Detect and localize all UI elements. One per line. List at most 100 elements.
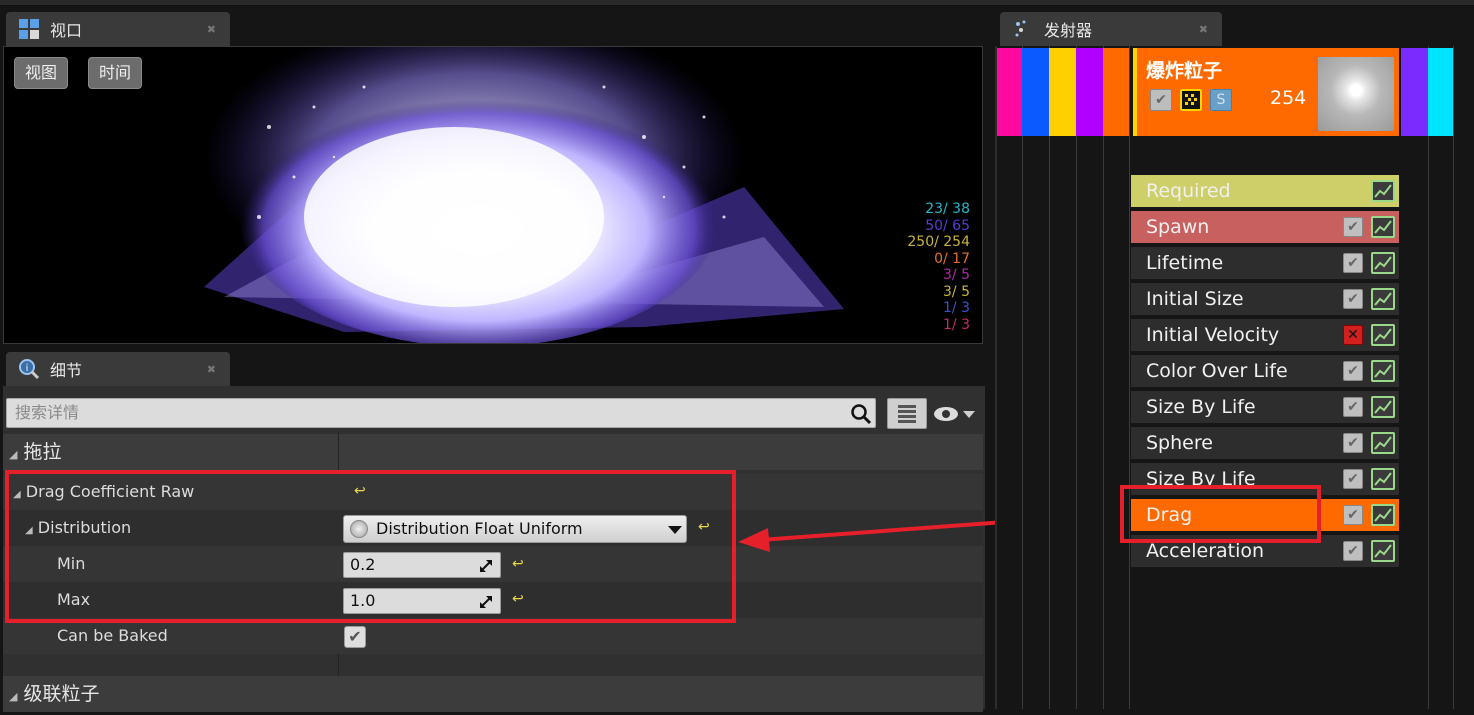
eye-icon [934,407,975,421]
category-drag-label: 拖拉 [23,441,62,463]
module-enable-checkbox[interactable]: ✔ [1343,469,1363,489]
color-swatch [1049,48,1076,136]
module-enable-checkbox[interactable]: ✔ [1343,289,1363,309]
column-line [1453,46,1454,709]
curve-editor-icon[interactable] [1371,396,1395,418]
time-button[interactable]: 时间 [88,57,143,89]
module-enable-checkbox[interactable]: ✔ [1343,433,1363,453]
category-cascade-label: 级联粒子 [23,683,100,705]
column-line [1076,46,1077,709]
module-label: Lifetime [1146,252,1224,274]
view-button[interactable]: 视图 [14,57,69,89]
module-disabled-icon[interactable]: ✕ [1343,325,1363,345]
column-line [1129,46,1130,709]
curve-editor-icon[interactable] [1371,324,1395,346]
module-enable-checkbox[interactable]: ✔ [1343,397,1363,417]
tab-details[interactable]: i 细节 ✖ [6,352,230,386]
annotation-highlight-drag [1120,485,1321,543]
module-row[interactable]: Spawn ✔ [1131,211,1399,245]
module-label: Color Over Life [1146,360,1288,382]
emitter-enable-checkbox[interactable]: ✔ [1150,89,1172,111]
stat-line: 250/ 254 [907,234,970,250]
tab-emitters[interactable]: 发射器 ✖ [1000,12,1222,46]
curve-editor-icon[interactable] [1371,180,1395,202]
stat-line: 1/ 3 [943,300,970,316]
color-swatch [1103,48,1129,136]
curve-editor-icon[interactable] [1371,468,1395,490]
module-row[interactable]: Sphere ✔ [1131,427,1399,461]
module-label: Acceleration [1146,540,1265,562]
stat-line: 1/ 3 [943,316,970,333]
view-options-button[interactable] [933,402,979,426]
curve-editor-icon[interactable] [1371,432,1395,454]
annotation-highlight-box [5,470,736,623]
tab-viewport-label: 视口 [50,21,83,40]
category-cascade[interactable]: ◢ 级联粒子 [3,676,983,712]
tab-viewport[interactable]: 视口 ✖ [6,12,230,46]
emitter-icon [1012,18,1034,40]
module-row[interactable]: Initial Velocity ✕ [1131,319,1399,353]
emitter-name: 爆炸粒子 [1146,60,1223,82]
render-mode-icon[interactable] [1180,89,1202,111]
category-drag[interactable]: ◢ 拖拉 [3,434,983,470]
viewport-icon [18,18,40,40]
color-swatch [1022,48,1049,136]
stat-line: 23/ 38 [925,201,970,217]
particle-stats: 23/ 38 50/ 65 250/ 254 0/ 17 3/ 5 3/ 5 1/ 3 1/ … [907,201,970,333]
can-be-baked-checkbox[interactable]: ✔ [344,626,366,648]
particle-count: 254 [1270,87,1307,109]
module-label: Initial Size [1146,288,1244,310]
tab-details-label: 细节 [50,361,83,380]
close-icon[interactable]: ✖ [207,363,216,376]
curve-editor-icon[interactable] [1371,360,1395,382]
close-icon[interactable]: ✖ [207,23,216,36]
stat-line: 50/ 65 [925,217,970,234]
module-label: Sphere [1146,432,1213,454]
viewport-canvas[interactable]: 视图 时间 23/ 38 50/ 65 250/ 254 0/ 17 3/ 5 3/ 51… [3,46,983,344]
emitter-thumbnail[interactable] [1318,57,1394,131]
curve-editor-icon[interactable] [1371,288,1395,310]
module-label: Size By Life [1146,396,1256,418]
curve-editor-icon[interactable] [1371,540,1395,562]
can-be-baked-row: Can be Baked [3,618,983,654]
module-enable-checkbox[interactable]: ✔ [1343,217,1363,237]
color-swatch [997,48,1022,136]
module-label: Required [1146,180,1231,202]
search-icon[interactable] [850,403,872,425]
can-be-baked-label: Can be Baked [57,626,168,645]
curve-editor-icon[interactable] [1371,504,1395,526]
module-row[interactable]: Initial Size ✔ [1131,283,1399,317]
curve-editor-icon[interactable] [1371,252,1395,274]
solo-button[interactable]: S [1210,89,1232,111]
module-enable-checkbox[interactable]: ✔ [1343,361,1363,381]
close-icon[interactable]: ✖ [1199,23,1208,36]
module-enable-checkbox[interactable]: ✔ [1343,253,1363,273]
column-line [1022,46,1023,709]
stat-line: 0/ 17 [934,250,970,267]
explosion-preview [204,47,844,343]
column-line [1103,46,1104,709]
tab-emitters-label: 发射器 [1044,21,1093,40]
module-label: Spawn [1146,216,1210,238]
color-swatch [1076,48,1103,136]
module-row[interactable]: Required [1131,175,1399,209]
top-strip [0,0,1474,6]
module-enable-checkbox[interactable]: ✔ [1343,505,1363,525]
column-line [1049,46,1050,709]
color-swatch [1428,48,1453,136]
module-enable-checkbox[interactable]: ✔ [1343,541,1363,561]
module-row[interactable]: Lifetime ✔ [1131,247,1399,281]
module-row[interactable]: Size By Life ✔ [1131,391,1399,425]
module-label: Initial Velocity [1146,324,1280,346]
stat-line: 3/ 5 [943,267,970,283]
svg-text:i: i [26,363,29,374]
details-icon: i [18,358,40,380]
curve-editor-icon[interactable] [1371,216,1395,238]
column-line [1428,46,1429,709]
stat-line: 3/ 5 [943,283,970,300]
module-row[interactable]: Color Over Life ✔ [1131,355,1399,389]
search-details-input[interactable]: 搜索详情 [6,398,876,428]
grid-icon [898,405,916,423]
property-matrix-button[interactable] [887,398,927,429]
color-swatch [1401,48,1428,136]
